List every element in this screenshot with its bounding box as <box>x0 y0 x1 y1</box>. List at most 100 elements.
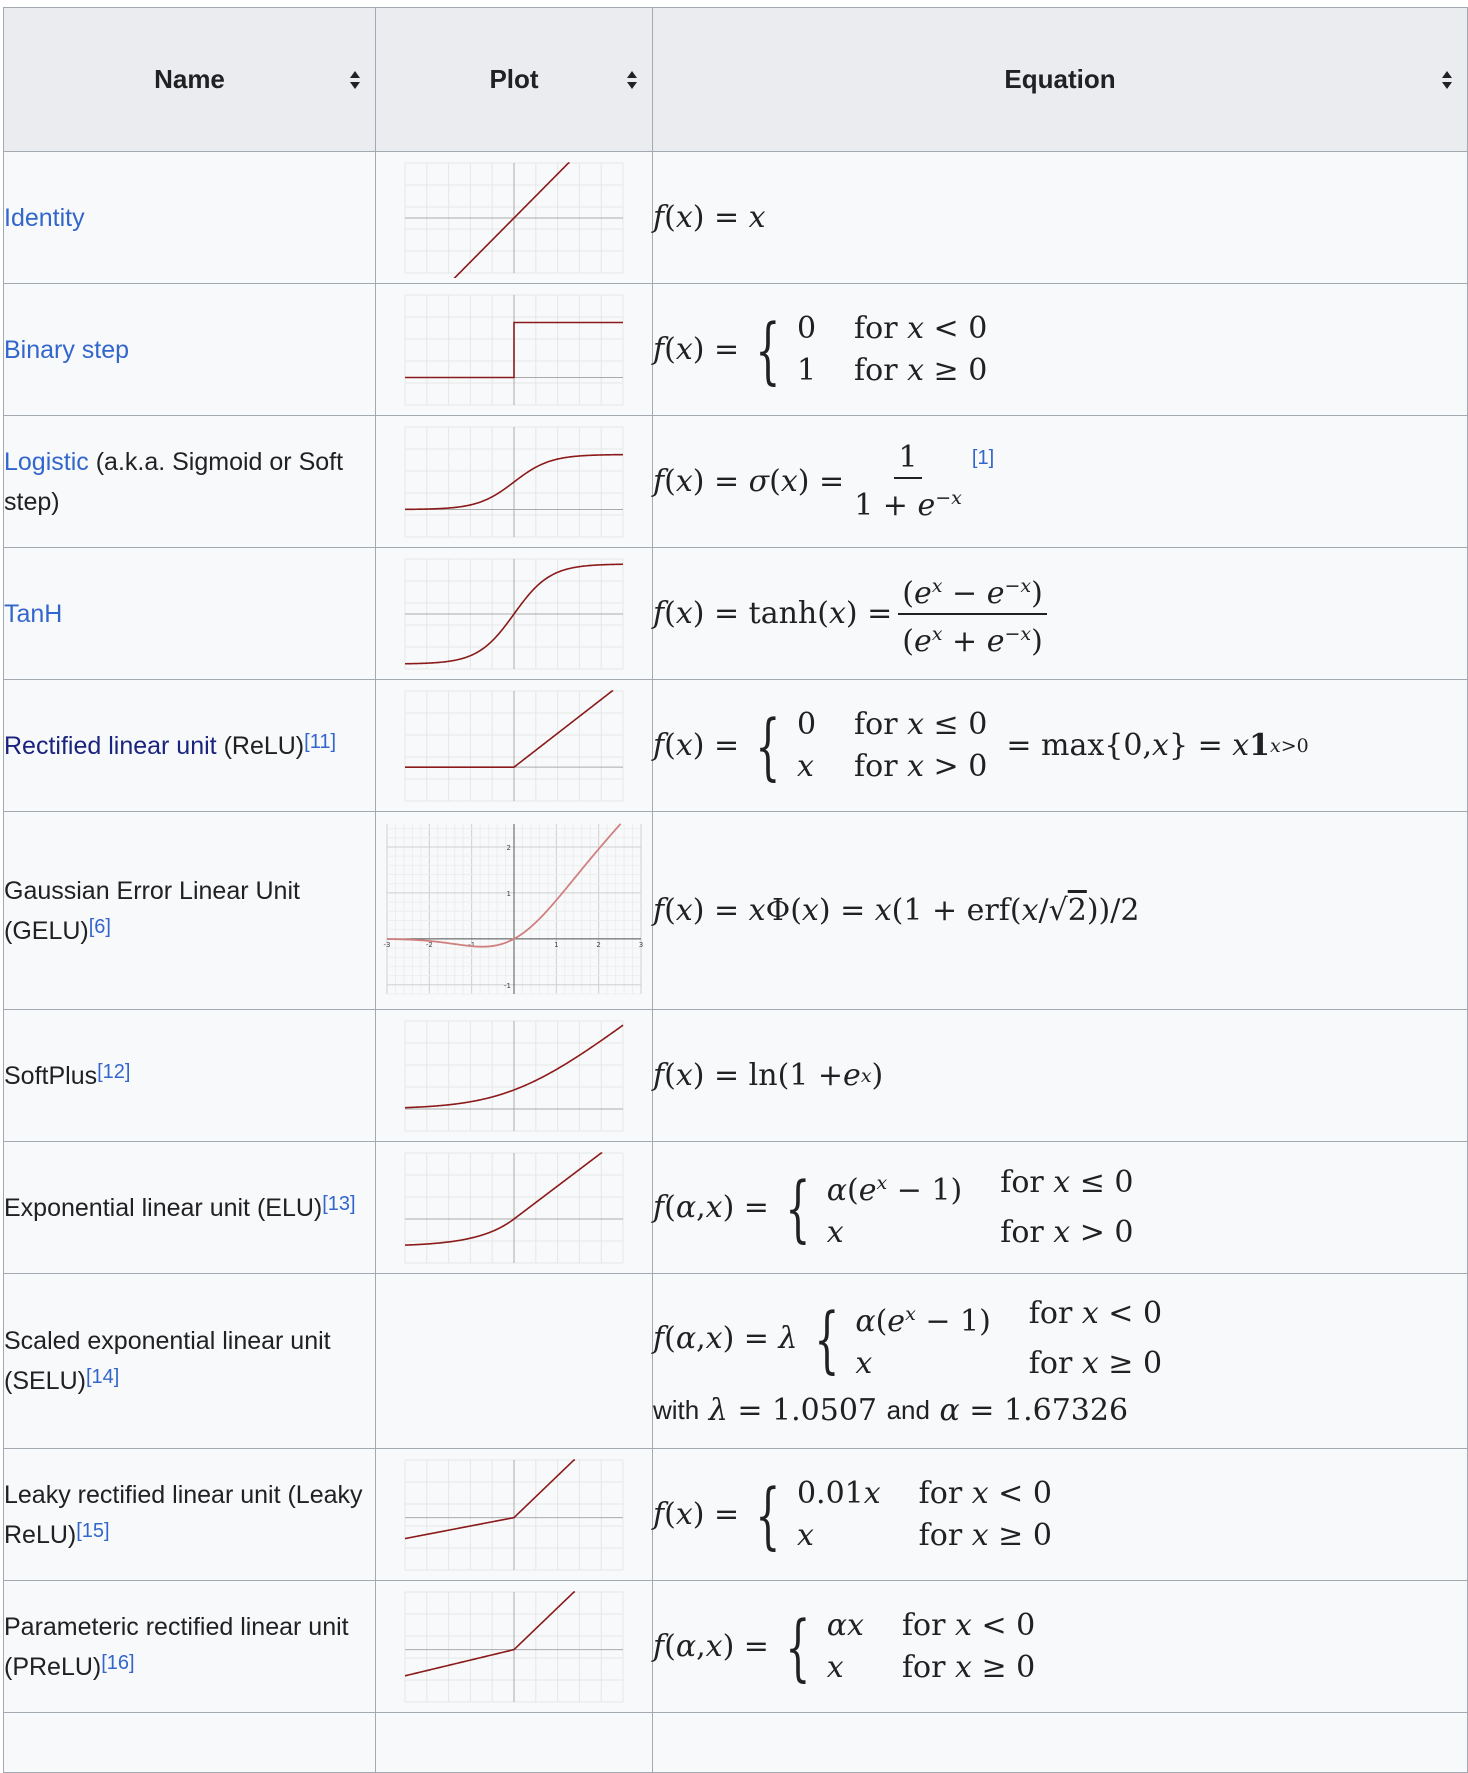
y-tick-label: 1 <box>507 889 511 897</box>
citation-ref[interactable]: [12] <box>97 1061 130 1083</box>
x-tick-label: 3 <box>639 940 643 948</box>
function-curve <box>405 321 623 378</box>
citation-ref[interactable]: [11] <box>304 731 336 753</box>
plot-cell <box>375 415 653 548</box>
name-cell: Parameteric rectified linear unit (PReLU… <box>3 1580 376 1713</box>
header-name-label: Name <box>154 64 225 94</box>
plot-cell <box>375 547 653 680</box>
equation-cell: f(x) ={0.01x for x < 0 x for x ≥ 0 <box>652 1448 1468 1581</box>
sort-icon[interactable] <box>349 70 361 90</box>
plot-cell <box>375 283 653 416</box>
table-row-partial <box>3 1712 1468 1773</box>
name-cell: TanH <box>3 547 376 680</box>
prelu-equation: f(α, x) ={αx for x < 0 x for x ≥ 0 <box>653 1604 1036 1689</box>
plot-cell: -3 -2 -1 1 2 3 -1 1 2 <box>375 811 653 1010</box>
table-row: Leaky rectified linear unit (Leaky ReLU)… <box>3 1448 1468 1581</box>
citation-ref[interactable]: [15] <box>76 1520 109 1542</box>
equation-cell: f(x) = tanh(x) = (ex − e−x) (ex + e−x) <box>652 547 1468 680</box>
table-row: SoftPlus[12] f(x) = ln(1 + e x) <box>3 1009 1468 1142</box>
table-row: Binary step f(x) ={0 for x < 0 1 for x ≥ 0 <box>3 283 1468 416</box>
tanh-equation: f(x) = tanh(x) = (ex − e−x) (ex + e−x) <box>653 567 1467 661</box>
table-row: TanH f(x) = tanh(x) = (ex − e−x) (ex + e−x… <box>3 547 1468 680</box>
relu-equation: f(x) ={0 for x ≤ 0 x for x > 0 = max{0, x} … <box>653 703 1309 788</box>
logistic-plot <box>404 426 624 537</box>
equation-cell: f(x) = ln(1 + e x) <box>652 1009 1468 1142</box>
name-cell: Leaky rectified linear unit (Leaky ReLU)… <box>3 1448 376 1581</box>
name-cell: Exponential linear unit (ELU)[13] <box>3 1141 376 1274</box>
link-binary-step[interactable]: Binary step <box>4 336 129 364</box>
plot-cell-empty <box>375 1712 653 1773</box>
name-cell-empty <box>3 1712 376 1773</box>
equation-cell: f(x) = x Φ(x) = x (1 + erf(x/√ 2))/2 <box>652 811 1468 1010</box>
gelu-equation: f(x) = x Φ(x) = x (1 + erf(x/√ 2))/2 <box>653 893 1140 928</box>
sort-icon[interactable] <box>626 70 638 90</box>
gelu-name: Gaussian Error Linear Unit (GELU) <box>4 876 300 945</box>
equation-cell: f(x) ={0 for x < 0 1 for x ≥ 0 <box>652 283 1468 416</box>
link-relu[interactable]: Rectified linear unit <box>4 732 217 760</box>
table-row: Logistic (a.k.a. Sigmoid or Soft step) f… <box>3 415 1468 548</box>
plot-cell <box>375 1580 653 1713</box>
plot-cell <box>375 679 653 812</box>
equation-cell-empty <box>652 1712 1468 1773</box>
x-tick-label: -3 <box>384 940 391 948</box>
softplus-equation: f(x) = ln(1 + e x) <box>653 1058 884 1093</box>
function-curve <box>453 161 570 278</box>
x-tick-label: 2 <box>596 940 600 948</box>
function-curve <box>404 1151 603 1246</box>
logistic-equation: f(x) = σ(x) = 1 1 + e−x [1] <box>653 439 995 523</box>
selu-constants: with λ = 1.0507 and α = 1.67326 <box>653 1392 1129 1428</box>
name-cell: SoftPlus[12] <box>3 1009 376 1142</box>
selu-name: Scaled exponential linear unit (SELU) <box>4 1327 331 1395</box>
sort-icon[interactable] <box>1441 70 1453 90</box>
link-tanh[interactable]: TanH <box>4 600 62 628</box>
relu-plot <box>404 689 624 801</box>
link-logistic[interactable]: Logistic <box>4 448 89 476</box>
leaky-relu-name: Leaky rectified linear unit (Leaky ReLU) <box>4 1480 363 1549</box>
tanh-plot <box>404 558 624 669</box>
citation-ref[interactable]: [6] <box>89 916 111 938</box>
table-row: Scaled exponential linear unit (SELU)[14… <box>3 1273 1468 1449</box>
header-plot[interactable]: Plot <box>375 7 653 152</box>
plot-cell <box>375 1448 653 1581</box>
leaky-relu-plot <box>404 1458 624 1570</box>
table-row: Rectified linear unit (ReLU)[11] f(x) ={… <box>3 679 1468 812</box>
header-plot-label: Plot <box>489 64 539 94</box>
citation-ref[interactable]: [14] <box>86 1366 119 1388</box>
name-cell: Rectified linear unit (ReLU)[11] <box>3 679 376 812</box>
elu-equation: f(α, x) ={α(ex − 1) for x ≤ 0 x for x > 0 <box>653 1164 1134 1250</box>
softplus-plot <box>404 1020 624 1131</box>
y-tick-label: 2 <box>507 843 511 851</box>
header-name[interactable]: Name <box>3 7 376 152</box>
equation-cell: f(α, x) ={α(ex − 1) for x ≤ 0 x for x > 0 <box>652 1141 1468 1274</box>
equation-ref[interactable]: [1] <box>972 447 994 470</box>
equation-cell: f(x) ={0 for x ≤ 0 x for x > 0 = max{0, x} … <box>652 679 1468 812</box>
plot-cell <box>375 1141 653 1274</box>
name-cell: Gaussian Error Linear Unit (GELU)[6] <box>3 811 376 1010</box>
name-cell: Logistic (a.k.a. Sigmoid or Soft step) <box>3 415 376 548</box>
leaky-relu-equation: f(x) ={0.01x for x < 0 x for x ≥ 0 <box>653 1472 1052 1557</box>
name-cell: Scaled exponential linear unit (SELU)[14… <box>3 1273 376 1449</box>
table-row: Parameteric rectified linear unit (PReLU… <box>3 1580 1468 1713</box>
citation-ref[interactable]: [16] <box>101 1652 134 1674</box>
relu-abbrev: (ReLU) <box>216 731 305 760</box>
header-equation[interactable]: Equation <box>652 7 1468 152</box>
selu-equation: f(α, x) = λ{α(ex − 1) for x < 0 x for x ≥ 0 <box>653 1295 1163 1381</box>
function-curve <box>404 1458 576 1539</box>
equation-cell: f(α, x) = λ{α(ex − 1) for x < 0 x for x ≥ 0… <box>652 1273 1468 1449</box>
header-equation-label: Equation <box>1004 64 1116 94</box>
gelu-curve <box>386 822 622 948</box>
equation-cell: f(x) = σ(x) = 1 1 + e−x [1] <box>652 415 1468 548</box>
citation-ref[interactable]: [13] <box>322 1193 355 1215</box>
table-row: Gaussian Error Linear Unit (GELU)[6] -3 -… <box>3 811 1468 1010</box>
binary-step-equation: f(x) ={0 for x < 0 1 for x ≥ 0 <box>653 307 988 392</box>
elu-plot <box>404 1151 624 1263</box>
plot-cell-empty <box>375 1273 653 1449</box>
plot-cell <box>375 151 653 284</box>
gelu-plot: -3 -2 -1 1 2 3-112 <box>384 822 643 994</box>
prelu-plot <box>404 1590 624 1702</box>
link-identity[interactable]: Identity <box>4 204 85 232</box>
x-tick-label: -1 <box>468 940 475 948</box>
table-row: Exponential linear unit (ELU)[13] f(α, x… <box>3 1141 1468 1274</box>
function-curve <box>405 689 614 768</box>
table-row: Identity f(x) = x <box>3 151 1468 284</box>
